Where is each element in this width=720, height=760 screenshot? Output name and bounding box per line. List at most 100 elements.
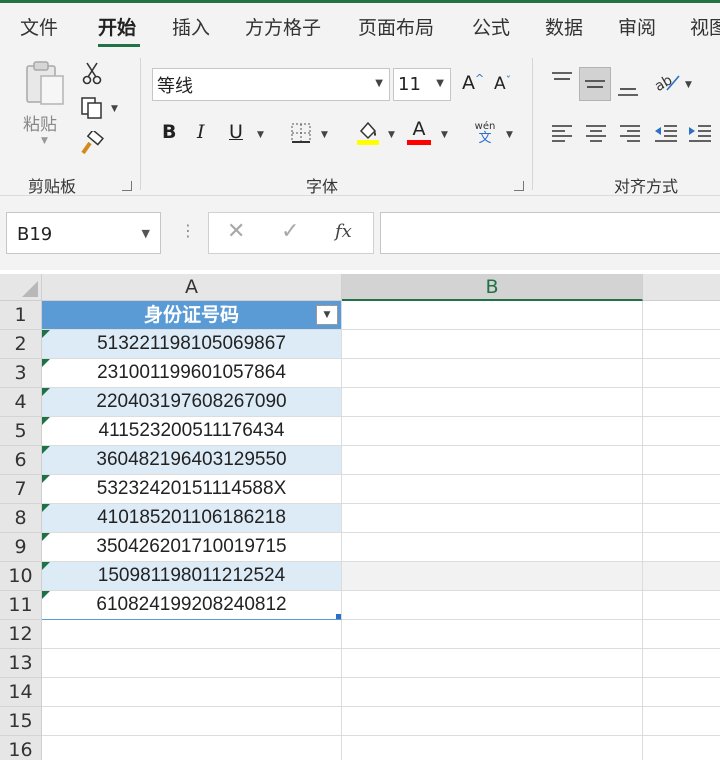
align-center-icon[interactable] (582, 120, 610, 146)
border-dropdown-icon[interactable]: ▼ (321, 130, 328, 140)
row-header[interactable]: 14 (0, 678, 42, 707)
id-number-cell[interactable]: 610824199208240812 (42, 591, 342, 620)
bold-button[interactable]: B (162, 121, 176, 143)
empty-cell[interactable] (342, 417, 643, 446)
empty-cell[interactable] (643, 359, 720, 388)
empty-cell[interactable] (342, 591, 643, 620)
font-size-dropdown-icon[interactable]: ▼ (436, 78, 444, 89)
empty-cell[interactable] (643, 417, 720, 446)
empty-cell[interactable] (342, 475, 643, 504)
id-number-cell[interactable]: 360482196403129550 (42, 446, 342, 475)
align-bottom-icon[interactable] (614, 74, 642, 100)
align-middle-icon[interactable] (579, 67, 611, 101)
underline-dropdown-icon[interactable]: ▼ (257, 130, 264, 140)
row-header[interactable]: 16 (0, 736, 42, 760)
empty-cell[interactable] (643, 388, 720, 417)
empty-cell[interactable] (342, 562, 643, 591)
empty-cell[interactable] (42, 678, 342, 707)
orientation-dropdown-icon[interactable]: ▼ (685, 80, 692, 90)
table-header-cell[interactable]: 身份证号码 ▼ (42, 301, 342, 330)
row-header[interactable]: 1 (0, 301, 42, 330)
empty-cell[interactable] (342, 620, 643, 649)
phonetic-dropdown-icon[interactable]: ▼ (506, 130, 513, 140)
empty-cell[interactable] (342, 388, 643, 417)
row-header[interactable]: 8 (0, 504, 42, 533)
formula-input[interactable] (380, 212, 720, 254)
name-box-dropdown-icon[interactable]: ▼ (142, 227, 150, 240)
empty-cell[interactable] (42, 620, 342, 649)
empty-cell[interactable] (643, 301, 720, 330)
empty-cell[interactable] (643, 707, 720, 736)
row-header[interactable]: 2 (0, 330, 42, 359)
empty-cell[interactable] (342, 707, 643, 736)
row-header[interactable]: 11 (0, 591, 42, 620)
empty-cell[interactable] (643, 475, 720, 504)
fill-color-dropdown-icon[interactable]: ▼ (388, 130, 395, 140)
empty-cell[interactable] (342, 301, 643, 330)
empty-cell[interactable] (643, 446, 720, 475)
empty-cell[interactable] (643, 736, 720, 760)
empty-cell[interactable] (643, 504, 720, 533)
empty-cell[interactable] (42, 707, 342, 736)
id-number-cell[interactable]: 231001199601057864 (42, 359, 342, 388)
empty-cell[interactable] (342, 649, 643, 678)
italic-button[interactable]: I (197, 121, 205, 143)
empty-cell[interactable] (643, 649, 720, 678)
clipboard-launcher-icon[interactable] (122, 181, 132, 191)
align-top-icon[interactable] (548, 68, 576, 94)
formula-bar-grip-icon[interactable]: ⋮ (180, 221, 196, 240)
decrease-indent-icon[interactable] (652, 120, 680, 146)
phonetic-icon[interactable]: wén 文 (470, 120, 500, 148)
row-header[interactable]: 4 (0, 388, 42, 417)
font-size-combo[interactable]: 11 ▼ (393, 68, 451, 101)
column-header-a[interactable]: A (42, 274, 342, 301)
tab-file[interactable]: 文件 (20, 13, 58, 40)
orientation-icon[interactable]: ab (652, 68, 682, 96)
font-name-combo[interactable]: 等线 ▼ (152, 68, 390, 101)
id-number-cell[interactable]: 350426201710019715 (42, 533, 342, 562)
empty-cell[interactable] (643, 620, 720, 649)
column-header-c[interactable] (643, 274, 720, 301)
align-right-icon[interactable] (616, 120, 644, 146)
row-header[interactable]: 15 (0, 707, 42, 736)
empty-cell[interactable] (643, 591, 720, 620)
cut-icon[interactable] (80, 60, 104, 86)
tab-fangfang[interactable]: 方方格子 (245, 13, 321, 40)
tab-review[interactable]: 审阅 (618, 13, 656, 40)
id-number-cell[interactable]: 53232420151114588X (42, 475, 342, 504)
id-number-cell[interactable]: 513221198105069867 (42, 330, 342, 359)
align-left-icon[interactable] (548, 120, 576, 146)
font-color-icon[interactable]: A (406, 116, 432, 146)
row-header[interactable]: 12 (0, 620, 42, 649)
name-box[interactable]: B19 ▼ (6, 212, 161, 254)
paste-dropdown-icon[interactable]: ▼ (41, 136, 48, 146)
fill-color-icon[interactable] (355, 118, 381, 146)
empty-cell[interactable] (342, 359, 643, 388)
border-icon[interactable] (289, 121, 313, 145)
empty-cell[interactable] (643, 533, 720, 562)
underline-button[interactable]: U (229, 121, 243, 143)
empty-cell[interactable] (342, 330, 643, 359)
format-painter-icon[interactable] (78, 130, 106, 158)
empty-cell[interactable] (42, 649, 342, 678)
empty-cell[interactable] (342, 736, 643, 760)
insert-function-icon[interactable]: fx (335, 221, 352, 242)
id-number-cell[interactable]: 411523200511176434 (42, 417, 342, 446)
tab-data[interactable]: 数据 (545, 13, 583, 40)
empty-cell[interactable] (643, 330, 720, 359)
row-header[interactable]: 7 (0, 475, 42, 504)
row-header[interactable]: 6 (0, 446, 42, 475)
paste-button-label[interactable]: 粘贴 (23, 110, 57, 135)
font-name-dropdown-icon[interactable]: ▼ (375, 78, 383, 89)
empty-cell[interactable] (342, 504, 643, 533)
cancel-icon[interactable]: ✕ (227, 219, 245, 244)
empty-cell[interactable] (643, 562, 720, 591)
tab-home[interactable]: 开始 (98, 13, 136, 40)
id-number-cell[interactable]: 410185201106186218 (42, 504, 342, 533)
enter-icon[interactable]: ✓ (281, 219, 299, 244)
row-header[interactable]: 9 (0, 533, 42, 562)
tab-insert[interactable]: 插入 (172, 13, 210, 40)
shrink-font-icon[interactable]: Aˇ (494, 74, 511, 94)
copy-dropdown-icon[interactable]: ▼ (111, 104, 118, 114)
id-number-cell[interactable]: 220403197608267090 (42, 388, 342, 417)
